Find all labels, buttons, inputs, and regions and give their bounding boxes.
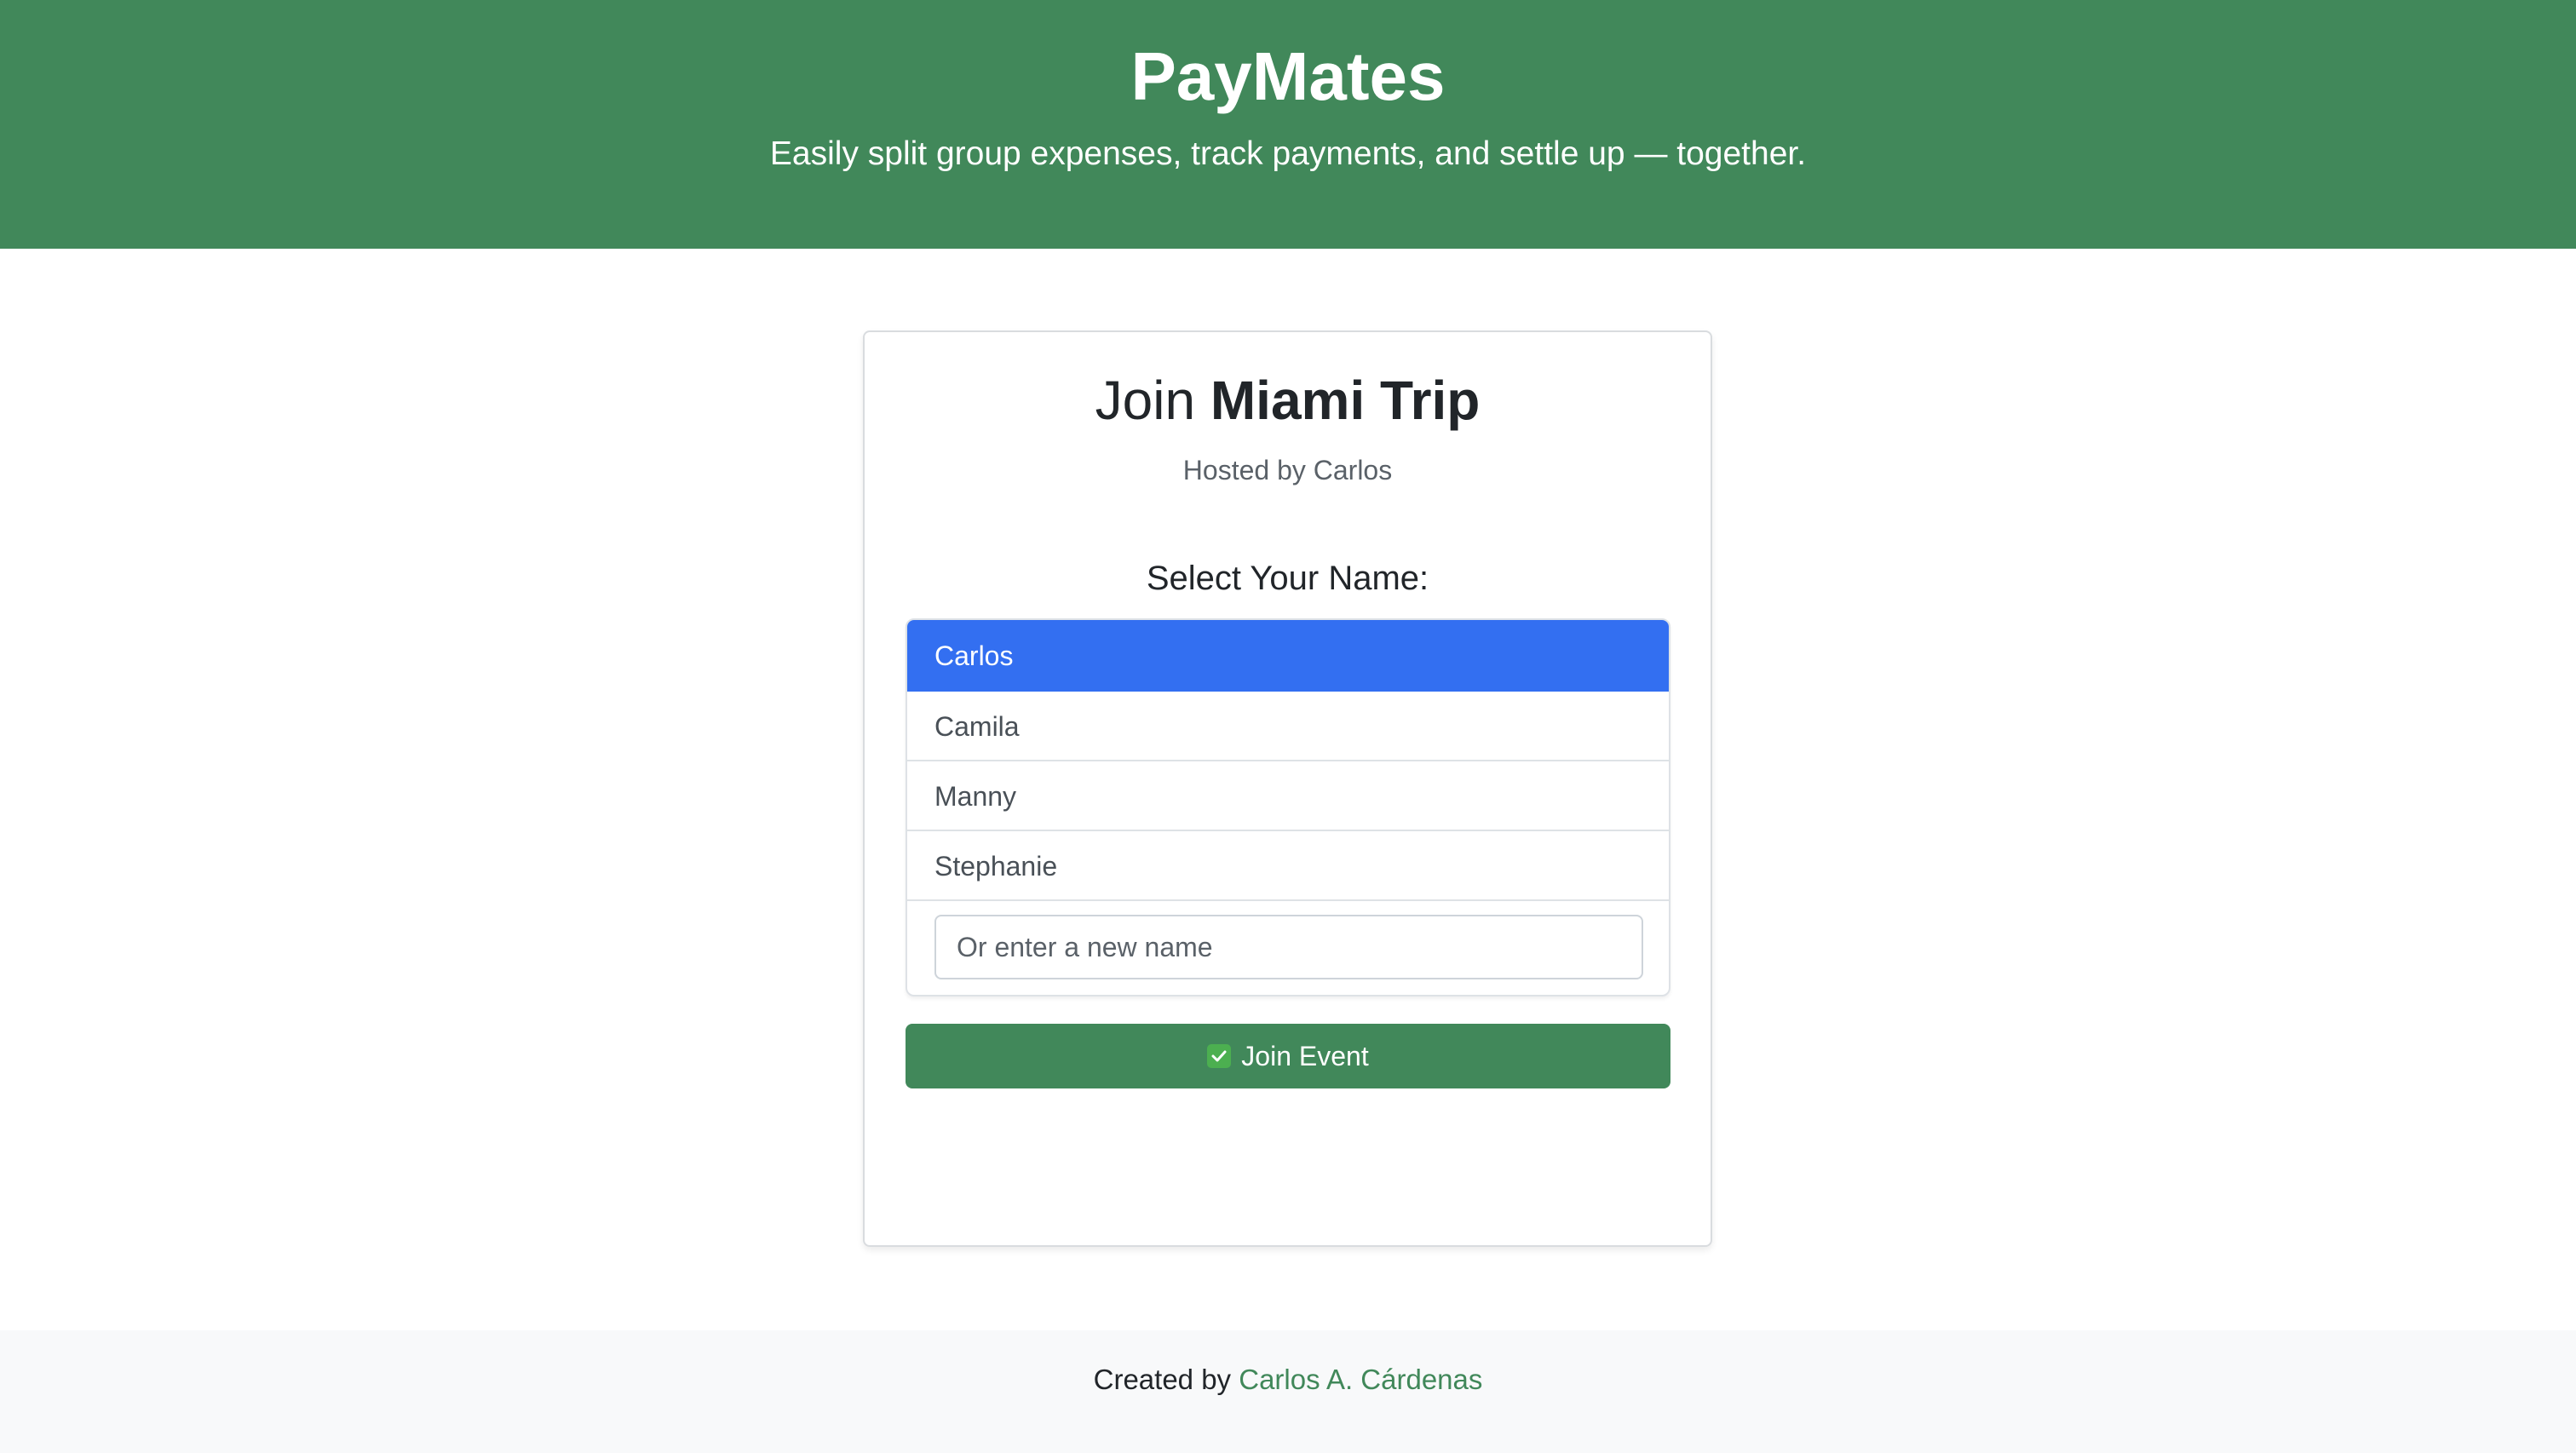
name-option-carlos[interactable]: Carlos	[907, 620, 1669, 692]
author-link[interactable]: Carlos A. Cárdenas	[1239, 1364, 1482, 1395]
footer-credit: Created by Carlos A. Cárdenas	[0, 1361, 2576, 1398]
new-name-input[interactable]	[934, 915, 1643, 979]
title-prefix: Join	[1095, 370, 1196, 431]
join-event-label: Join Event	[1241, 1041, 1369, 1071]
app-title: PayMates	[1130, 38, 1446, 114]
page-title: Join Miami Trip	[865, 366, 1711, 434]
select-name-label: Select Your Name:	[1146, 560, 1429, 597]
check-box-icon	[1207, 1044, 1232, 1068]
name-list: Carlos Camila Manny Stephanie	[906, 618, 1670, 996]
name-option-camila[interactable]: Camila	[907, 692, 1669, 761]
credit-prefix: Created by	[1093, 1364, 1232, 1395]
name-option-stephanie[interactable]: Stephanie	[907, 831, 1669, 901]
event-name: Miami Trip	[1210, 370, 1481, 431]
name-option-manny[interactable]: Manny	[907, 761, 1669, 831]
app-tagline: Easily split group expenses, track payme…	[769, 135, 1807, 172]
new-name-row	[907, 901, 1669, 995]
join-event-button[interactable]: Join Event	[906, 1024, 1670, 1088]
app-header: PayMates Easily split group expenses, tr…	[0, 0, 2576, 249]
join-event-card: Join Miami Trip Hosted by Carlos Select …	[863, 330, 1712, 1247]
page-footer: Created by Carlos A. Cárdenas	[0, 1330, 2576, 1453]
host-info: Hosted by Carlos	[1182, 455, 1393, 485]
